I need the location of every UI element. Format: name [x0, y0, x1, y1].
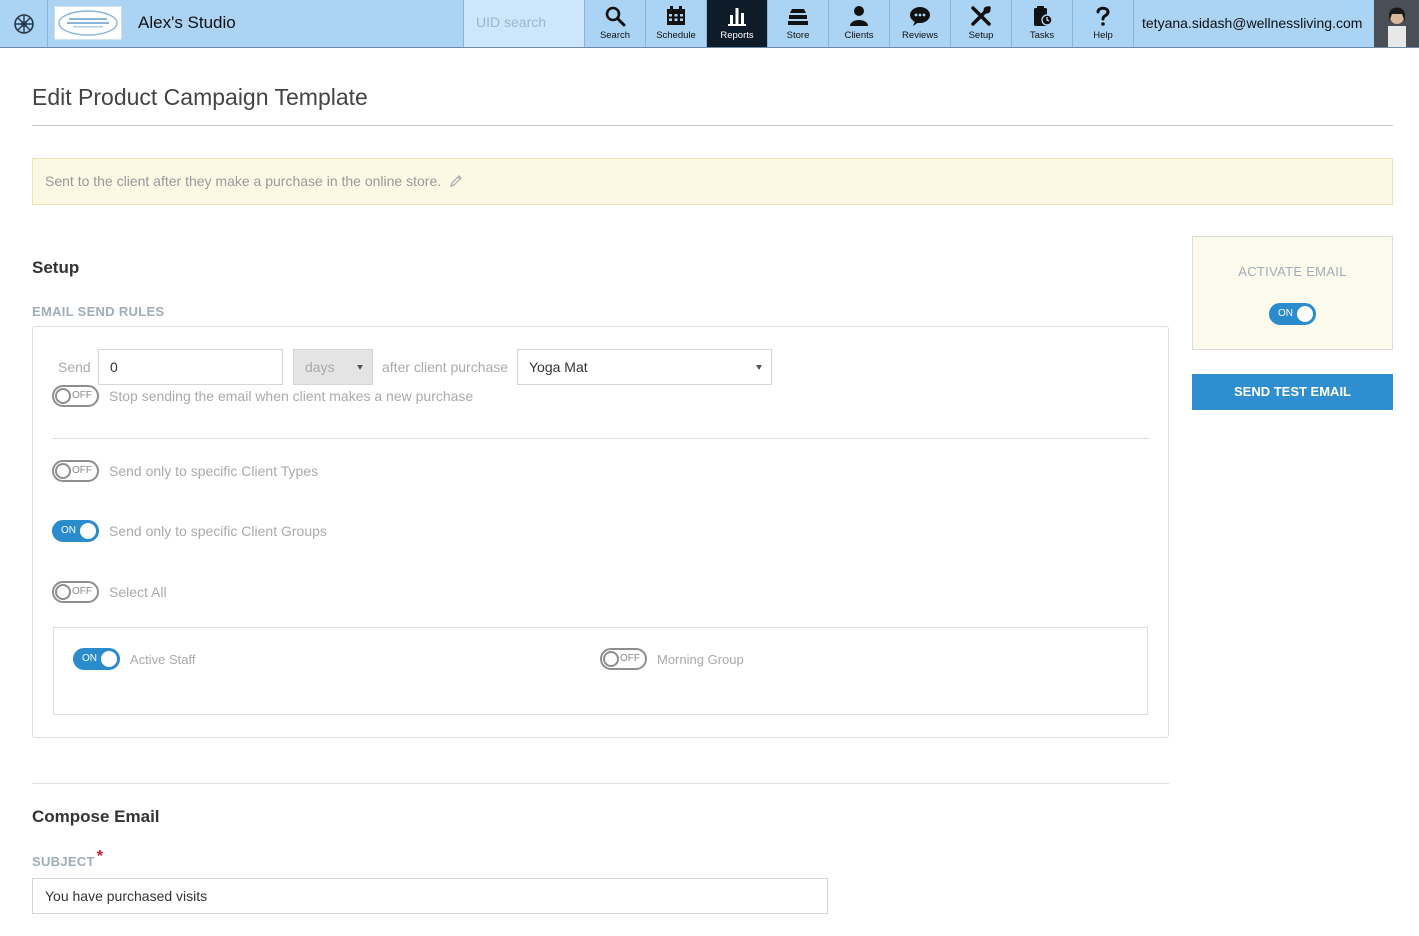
- client-groups-list: [53, 627, 1148, 715]
- client-types-label: Send only to specific Client Types: [109, 463, 319, 479]
- flower-menu-icon: [13, 13, 34, 34]
- toggle-knob: [55, 584, 71, 600]
- required-marker: *: [96, 848, 104, 865]
- client-types-toggle[interactable]: OFF: [52, 460, 99, 482]
- nav-label: Reports: [720, 30, 754, 41]
- nav-label: Help: [1093, 30, 1113, 41]
- product-value: Yoga Mat: [529, 359, 588, 375]
- store-icon: [788, 9, 808, 25]
- toggle-state: ON: [61, 525, 76, 536]
- group-toggle-morning-group[interactable]: OFF: [600, 648, 647, 670]
- notice-text: Sent to the client after they make a pur…: [45, 173, 442, 189]
- toggle-state: OFF: [72, 586, 92, 597]
- app-menu-button[interactable]: [0, 0, 48, 47]
- group-label-morning-group: Morning Group: [657, 652, 744, 667]
- nav-label: Search: [599, 30, 631, 41]
- subject-label: SUBJECT: [32, 854, 95, 869]
- activate-email-panel: ACTIVATE EMAIL ON: [1192, 236, 1393, 350]
- delay-unit-value: days: [305, 359, 335, 375]
- group-toggle-active-staff[interactable]: ON: [73, 648, 120, 670]
- nav-label: Clients: [844, 30, 874, 41]
- nav-schedule[interactable]: Schedule: [646, 0, 707, 47]
- tools-icon: [971, 6, 991, 26]
- nav-label: Reviews: [902, 30, 938, 41]
- setup-heading: Setup: [32, 258, 80, 277]
- email-send-rules-label: EMAIL SEND RULES: [32, 304, 165, 319]
- person-icon: [850, 6, 868, 26]
- nav-store[interactable]: Store: [768, 0, 829, 47]
- select-all-toggle[interactable]: OFF: [52, 581, 99, 603]
- nav-clients[interactable]: Clients: [829, 0, 890, 47]
- nav-label: Schedule: [656, 30, 696, 41]
- subject-input[interactable]: You have purchased visits: [32, 878, 828, 914]
- studio-name[interactable]: Alex's Studio: [138, 13, 236, 33]
- calendar-icon: [667, 6, 685, 25]
- client-groups-toggle[interactable]: ON: [52, 520, 99, 542]
- client-groups-label: Send only to specific Client Groups: [109, 523, 327, 539]
- chevron-down-icon: [756, 365, 762, 370]
- title-divider: [32, 125, 1393, 126]
- toggle-knob: [1297, 306, 1313, 322]
- nav-reports[interactable]: Reports: [707, 0, 768, 47]
- send-label: Send: [58, 359, 91, 375]
- speech-bubble-icon: [910, 7, 930, 26]
- toggle-state: OFF: [72, 390, 92, 401]
- question-icon: [1096, 6, 1110, 26]
- nav-search[interactable]: Search: [585, 0, 646, 47]
- clipboard-icon: [1034, 6, 1053, 26]
- toggle-state: OFF: [72, 465, 92, 476]
- send-delay-input[interactable]: 0: [98, 349, 283, 385]
- activate-email-label: ACTIVATE EMAIL: [1238, 264, 1347, 279]
- toggle-state: ON: [1278, 308, 1293, 319]
- send-test-email-button[interactable]: SEND TEST EMAIL: [1192, 374, 1393, 410]
- compose-email-heading: Compose Email: [32, 807, 160, 826]
- toggle-knob: [55, 388, 71, 404]
- pencil-icon[interactable]: [449, 174, 463, 191]
- group-label-active-staff: Active Staff: [130, 652, 196, 667]
- stop-sending-label: Stop sending the email when client makes…: [109, 388, 474, 404]
- nav-setup[interactable]: Setup: [951, 0, 1012, 47]
- toggle-knob: [603, 651, 619, 667]
- nav-reviews[interactable]: Reviews: [890, 0, 951, 47]
- avatar[interactable]: [1374, 0, 1419, 47]
- subject-label-row: SUBJECT *: [32, 848, 103, 871]
- studio-logo[interactable]: [54, 6, 122, 40]
- delay-unit-select[interactable]: days: [293, 349, 373, 385]
- bar-chart-icon: [728, 8, 746, 26]
- nav-label: Store: [786, 30, 810, 41]
- section-divider: [32, 783, 1169, 784]
- activate-email-toggle[interactable]: ON: [1269, 303, 1316, 325]
- nav-label: Setup: [968, 30, 994, 41]
- toggle-state: OFF: [620, 653, 640, 664]
- stop-sending-toggle[interactable]: OFF: [52, 385, 99, 407]
- description-notice: Sent to the client after they make a pur…: [32, 158, 1393, 205]
- nav-label: Tasks: [1029, 30, 1055, 41]
- toggle-knob: [101, 651, 117, 667]
- nav-help[interactable]: Help: [1073, 0, 1134, 47]
- uid-search-input[interactable]: UID search: [463, 0, 585, 47]
- main-nav: Search Schedule Reports Store Clients Re…: [585, 0, 1134, 47]
- rules-divider: [52, 438, 1149, 439]
- select-all-label: Select All: [109, 584, 167, 600]
- top-navigation-bar: Alex's Studio UID search Search Schedule…: [0, 0, 1419, 48]
- product-select[interactable]: Yoga Mat: [517, 349, 772, 385]
- page-title: Edit Product Campaign Template: [32, 84, 368, 110]
- toggle-state: ON: [82, 653, 97, 664]
- after-purchase-label: after client purchase: [382, 359, 509, 375]
- user-email[interactable]: tetyana.sidash@wellnessliving.com: [1134, 0, 1374, 47]
- nav-tasks[interactable]: Tasks: [1012, 0, 1073, 47]
- chevron-down-icon: [357, 365, 363, 370]
- toggle-knob: [55, 463, 71, 479]
- toggle-knob: [80, 523, 96, 539]
- search-icon: [605, 6, 626, 27]
